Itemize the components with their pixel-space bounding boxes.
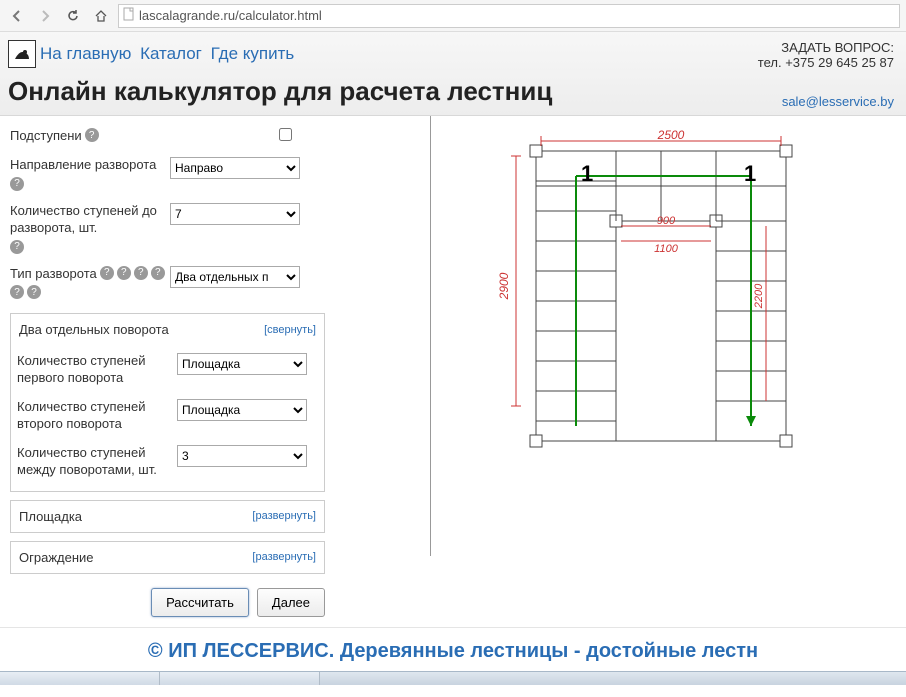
- help-icon[interactable]: ?: [117, 266, 131, 280]
- steps-before-label: Количество ступеней до разворота, шт.: [10, 203, 170, 237]
- page-header: На главную Каталог Где купить Онлайн кал…: [0, 32, 906, 116]
- help-icon[interactable]: ?: [10, 177, 24, 191]
- footer: © ИП ЛЕССЕРВИС. Деревянные лестницы - до…: [0, 627, 906, 663]
- second-turn-label: Количество ступеней второго поворота: [17, 399, 177, 433]
- nav-home[interactable]: На главную: [40, 44, 131, 63]
- section-platform: Площадка [развернуть]: [10, 500, 325, 533]
- url-text: lascalagrande.ru/calculator.html: [139, 8, 322, 23]
- section-expand-toggle[interactable]: [развернуть]: [252, 510, 316, 522]
- vertical-divider: [430, 116, 431, 556]
- section-two-turns: Два отдельных поворота [свернуть] Количе…: [10, 313, 325, 491]
- calculate-button[interactable]: Рассчитать: [151, 588, 249, 617]
- email-link[interactable]: sale@lesservice.by: [782, 94, 894, 109]
- nav-catalog[interactable]: Каталог: [140, 44, 202, 63]
- help-icon[interactable]: ?: [10, 285, 24, 299]
- direction-select[interactable]: Направо: [170, 157, 300, 179]
- phone: тел. +375 29 645 25 87: [758, 55, 894, 70]
- section-collapse-toggle[interactable]: [свернуть]: [264, 324, 316, 336]
- dim-left: 2900: [497, 272, 511, 300]
- taskbar-slot[interactable]: [0, 672, 160, 685]
- top-nav: На главную Каталог Где купить: [40, 44, 298, 64]
- direction-label: Направление разворота: [10, 157, 156, 174]
- footer-text: © ИП ЛЕССЕРВИС. Деревянные лестницы - до…: [148, 640, 758, 662]
- dim-inner-w: 900: [657, 215, 676, 227]
- calculator-form: Подступени ? Направление разворота ? Нап…: [0, 116, 335, 627]
- logo[interactable]: [8, 40, 36, 68]
- help-icon[interactable]: ?: [151, 266, 165, 280]
- risers-checkbox[interactable]: [279, 128, 292, 141]
- home-button[interactable]: [90, 5, 112, 27]
- section-title: Два отдельных поворота: [19, 322, 169, 337]
- nav-where[interactable]: Где купить: [211, 44, 295, 63]
- help-icon[interactable]: ?: [100, 266, 114, 280]
- taskbar-slot[interactable]: [160, 672, 320, 685]
- dim-inner-h: 1100: [654, 243, 679, 255]
- risers-label: Подступени: [10, 128, 82, 145]
- url-bar[interactable]: lascalagrande.ru/calculator.html: [118, 4, 900, 28]
- section-expand-toggle[interactable]: [развернуть]: [252, 551, 316, 563]
- second-turn-select[interactable]: Площадка: [177, 399, 307, 421]
- first-turn-label: Количество ступеней первого поворота: [17, 353, 177, 387]
- dim-top: 2500: [657, 128, 685, 142]
- label-1a: 1: [581, 161, 593, 186]
- first-turn-select[interactable]: Площадка: [177, 353, 307, 375]
- contact-block: ЗАДАТЬ ВОПРОС: тел. +375 29 645 25 87 sa…: [758, 40, 894, 109]
- turn-type-select[interactable]: Два отдельных п: [170, 266, 300, 288]
- forward-button[interactable]: [34, 5, 56, 27]
- section-title: Площадка: [19, 509, 82, 524]
- between-select[interactable]: 3: [177, 445, 307, 467]
- label-1b: 1: [744, 161, 756, 186]
- help-icon[interactable]: ?: [10, 240, 24, 254]
- reload-button[interactable]: [62, 5, 84, 27]
- help-icon[interactable]: ?: [134, 266, 148, 280]
- page-title: Онлайн калькулятор для расчета лестниц: [8, 76, 552, 107]
- section-railing: Ограждение [развернуть]: [10, 541, 325, 574]
- page-icon: [123, 7, 135, 24]
- main-content: Подступени ? Направление разворота ? Нап…: [0, 116, 906, 627]
- next-button[interactable]: Далее: [257, 588, 325, 617]
- help-icon[interactable]: ?: [85, 128, 99, 142]
- os-taskbar[interactable]: [0, 671, 906, 685]
- browser-toolbar: lascalagrande.ru/calculator.html: [0, 0, 906, 32]
- between-label: Количество ступеней между поворотами, шт…: [17, 445, 177, 479]
- back-button[interactable]: [6, 5, 28, 27]
- help-icon[interactable]: ?: [27, 285, 41, 299]
- staircase-diagram: 2500 2900 900 1100 2200 1 1: [486, 116, 906, 627]
- turn-type-label: Тип разворота: [10, 266, 97, 283]
- dim-right: 2200: [753, 283, 765, 309]
- ask-label: ЗАДАТЬ ВОПРОС:: [758, 40, 894, 55]
- section-title: Ограждение: [19, 550, 94, 565]
- steps-before-select[interactable]: 7: [170, 203, 300, 225]
